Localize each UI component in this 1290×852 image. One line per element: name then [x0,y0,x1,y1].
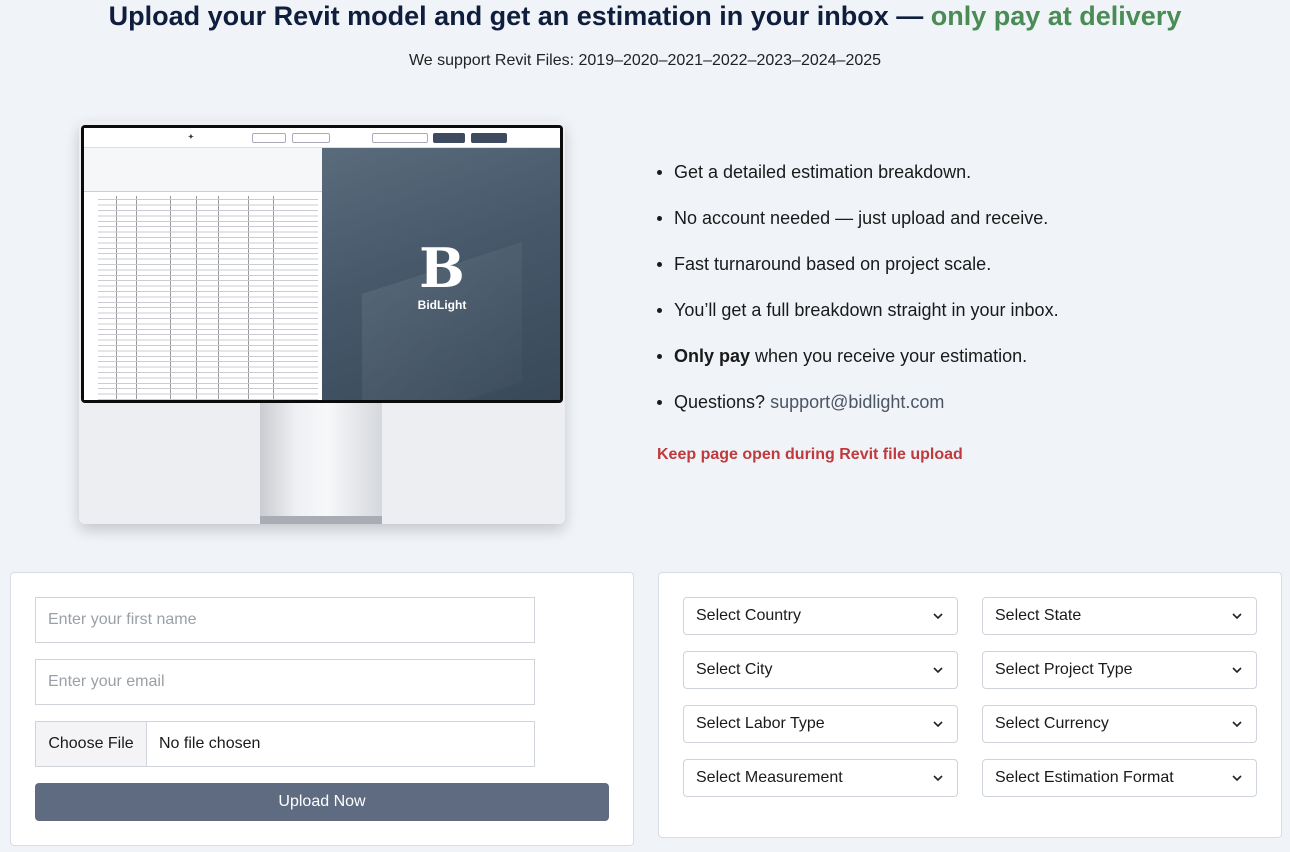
first-name-input[interactable] [35,597,535,643]
support-email-link[interactable]: support@bidlight.com [770,392,944,412]
chevron-down-icon [933,775,943,782]
logo-letter: B [419,236,465,300]
feature-item-payment: Only pay when you receive your estimatio… [656,344,1216,390]
monitor-screen: ✦ B BidLight [81,125,563,403]
title-accent: only pay at delivery [930,1,1182,31]
options-form-card: Select Country Select State Select City … [658,572,1282,838]
spreadsheet-mock [84,148,322,400]
app-toolbar-mock: ✦ [84,128,560,148]
pay-bold: Only pay [674,346,751,366]
feature-list: Get a detailed estimation breakdown. No … [656,160,1216,436]
questions-label: Questions? [674,392,771,412]
file-input[interactable]: Choose File No file chosen [35,721,535,767]
spreadsheet-grid [98,196,318,400]
chevron-down-icon [1232,775,1242,782]
chevron-down-icon [933,613,943,620]
product-preview-image: ✦ B BidLight [79,121,565,524]
labor-type-select-value: Select Labor Type [696,715,825,732]
upload-warning: Keep page open during Revit file upload [657,446,963,463]
upload-now-button[interactable]: Upload Now [35,783,609,821]
project-type-select-value: Select Project Type [995,661,1133,678]
chevron-down-icon [933,721,943,728]
chevron-down-icon [1232,721,1242,728]
feature-item: No account needed — just upload and rece… [656,206,1216,252]
upload-form-card: Choose File No file chosen Upload Now [10,572,634,846]
logo-wordmark: BidLight [417,298,467,312]
monitor-stand [260,403,382,524]
measurement-select[interactable]: Select Measurement [683,759,958,797]
currency-select-value: Select Currency [995,715,1109,732]
currency-select[interactable]: Select Currency [982,705,1257,743]
feature-item: Get a detailed estimation breakdown. [656,160,1216,206]
measurement-select-value: Select Measurement [696,769,843,786]
download-button-mock [372,133,428,143]
chevron-down-icon [1232,667,1242,674]
country-select[interactable]: Select Country [683,597,958,635]
feature-item-questions: Questions? support@bidlight.com [656,390,1216,436]
choose-file-button[interactable]: Choose File [36,722,147,766]
brand-panel: B BidLight [322,148,560,400]
estimation-format-select[interactable]: Select Estimation Format [982,759,1257,797]
spreadsheet-ribbon [84,148,322,192]
pay-rest: when you receive your estimation. [750,346,1028,366]
monitor-foot [260,516,382,524]
city-select[interactable]: Select City [683,651,958,689]
chevron-down-icon [1232,613,1242,620]
chevron-down-icon [933,667,943,674]
feature-item: You’ll get a full breakdown straight in … [656,298,1216,344]
navigate-button-mock [292,133,330,143]
project-type-select[interactable]: Select Project Type [982,651,1257,689]
title-main: Upload your Revit model and get an estim… [108,1,931,31]
bidlight-logo: B BidLight [407,240,477,312]
labor-type-select[interactable]: Select Labor Type [683,705,958,743]
share-button-mock [252,133,286,143]
email-input[interactable] [35,659,535,705]
app-logo-mock: ✦ [188,134,194,141]
back-button-mock [433,133,465,143]
feature-item: Fast turnaround based on project scale. [656,252,1216,298]
page-title: Upload your Revit model and get an estim… [0,0,1290,32]
state-select-value: Select State [995,607,1082,624]
country-select-value: Select Country [696,607,801,624]
city-select-value: Select City [696,661,773,678]
logout-button-mock [471,133,507,143]
supported-versions: We support Revit Files: 2019–2020–2021–2… [408,52,882,69]
state-select[interactable]: Select State [982,597,1257,635]
estimation-format-select-value: Select Estimation Format [995,769,1174,786]
file-status: No file chosen [159,735,261,752]
